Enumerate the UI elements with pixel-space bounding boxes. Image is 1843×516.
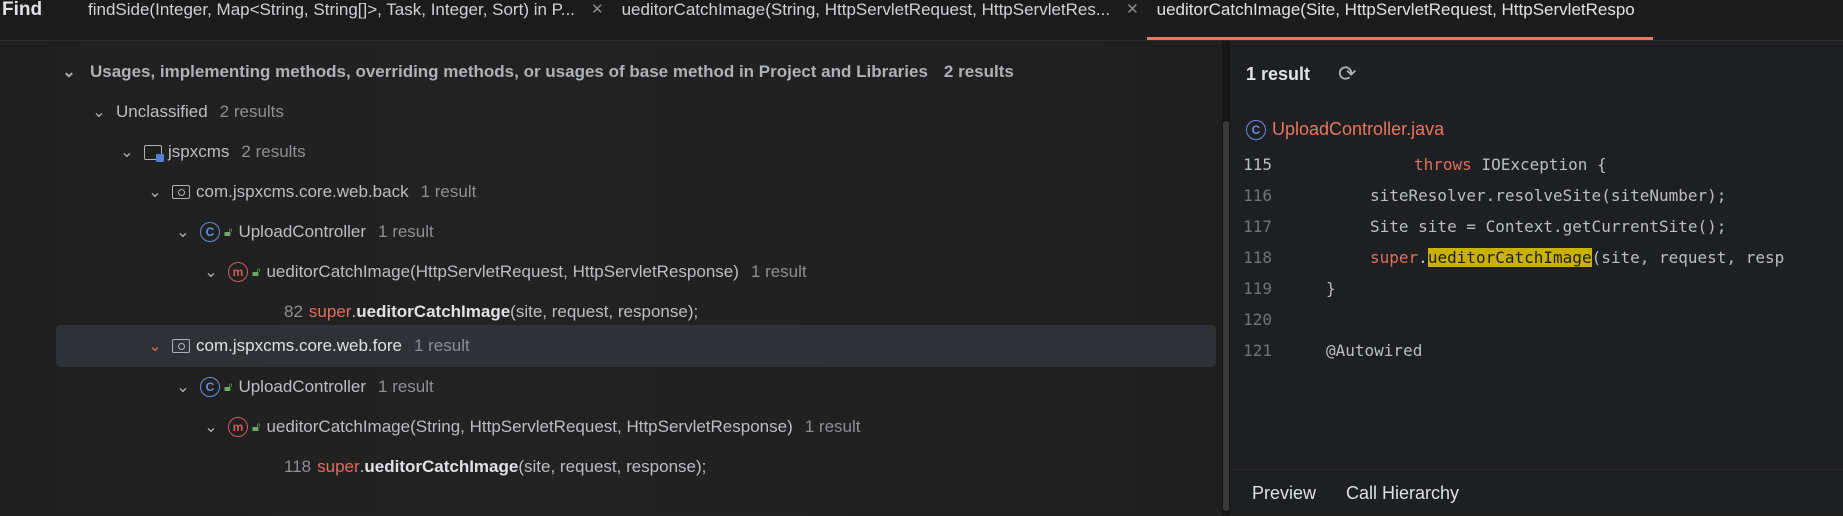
node-label: com.jspxcms.core.web.back <box>196 182 409 201</box>
usage-args: (site, request, response); <box>518 457 707 476</box>
line-number: 117 <box>1243 216 1272 236</box>
tree-node-package-back[interactable]: ⌄ com.jspxcms.core.web.back 1 result <box>144 172 476 212</box>
usage-method: ueditorCatchImage <box>356 302 511 321</box>
code-keyword: throws <box>1414 154 1472 174</box>
code-line: 121 @Autowired <box>1232 332 1422 368</box>
chevron-down-icon[interactable]: ⌄ <box>88 102 110 122</box>
preview-file[interactable]: C UploadController.java <box>1246 119 1444 140</box>
method-icon: m <box>228 262 248 282</box>
node-count: 1 result <box>750 262 807 281</box>
header-count: 2 results <box>943 62 1014 81</box>
public-access-icon: 🔓︎ <box>224 224 233 239</box>
node-label: ueditorCatchImage(String, HttpServletReq… <box>266 417 793 436</box>
refresh-icon[interactable]: ⟳ <box>1338 61 1356 87</box>
node-label: jspxcms <box>168 142 230 161</box>
code-text: } <box>1326 278 1336 298</box>
node-count: 1 result <box>378 377 434 396</box>
node-count: 1 result <box>804 417 861 436</box>
tree-node-class-back[interactable]: ⌄ C 🔓︎ UploadController 1 result <box>172 212 434 252</box>
code-rest: IOException { <box>1471 154 1607 174</box>
class-icon: C <box>1246 119 1266 140</box>
chevron-down-icon[interactable]: ⌄ <box>172 377 194 397</box>
package-icon <box>172 185 190 199</box>
node-count: 2 results <box>241 142 306 161</box>
usage-row-fore[interactable]: 118 super. ueditorCatchImage (site, reques… <box>284 447 706 487</box>
chevron-down-icon[interactable]: ⌄ <box>116 142 138 162</box>
scrollbar-thumb[interactable] <box>1223 121 1229 511</box>
line-number: 121 <box>1243 340 1272 360</box>
line-number: 116 <box>1243 185 1272 205</box>
find-toolwindow-header: Find findSide(Integer, Map<String, Strin… <box>0 0 1843 41</box>
close-icon[interactable]: ✕ <box>1126 0 1139 20</box>
code-text: super.ueditorCatchImage(site, request, r… <box>1370 247 1785 267</box>
usage-args: (site, request, response); <box>510 302 699 321</box>
code-text: siteResolver.resolveSite(siteNumber); <box>1370 185 1727 205</box>
public-access-icon: 🔓︎ <box>252 264 261 279</box>
tab-label: ueditorCatchImage(String, HttpServletReq… <box>621 0 1111 19</box>
class-icon: C <box>200 222 220 242</box>
package-icon <box>172 339 190 353</box>
result-count: 1 result <box>1246 63 1311 84</box>
tree-node-method-back[interactable]: ⌄ m 🔓︎ ueditorCatchImage(HttpServletRequ… <box>200 252 807 292</box>
panel-splitter[interactable] <box>1222 41 1230 515</box>
usage-line-number: 82 <box>284 302 303 321</box>
usage-keyword: super <box>317 457 360 476</box>
class-icon: C <box>200 377 220 397</box>
usages-tree: ⌄ Usages, implementing methods, overridi… <box>48 41 1218 515</box>
chevron-down-icon[interactable]: ⌄ <box>200 262 222 282</box>
usage-method: ueditorCatchImage <box>364 457 519 476</box>
code-keyword: super <box>1370 247 1419 267</box>
tree-header[interactable]: ⌄ Usages, implementing methods, overridi… <box>58 52 1014 92</box>
tree-node-method-fore[interactable]: ⌄ m 🔓︎ ueditorCatchImage(String, HttpSer… <box>200 407 861 447</box>
code-rest: (site, request, resp <box>1591 247 1785 267</box>
tree-node-module[interactable]: ⌄ jspxcms 2 results <box>116 132 306 172</box>
preview-header: 1 result ⟳ <box>1246 61 1356 87</box>
tab-label: findSide(Integer, Map<String, String[]>,… <box>88 0 575 19</box>
chevron-down-icon[interactable]: ⌄ <box>144 336 166 356</box>
header-label: Usages, implementing methods, overriding… <box>90 62 928 81</box>
node-label: ueditorCatchImage(HttpServletRequest, Ht… <box>266 262 739 281</box>
code-text: throws IOException { <box>1414 155 1607 174</box>
usage-keyword: super <box>308 302 352 321</box>
module-icon <box>144 144 164 162</box>
node-label: UploadController <box>238 377 367 396</box>
method-icon: m <box>228 417 248 437</box>
node-count: 2 results <box>219 102 284 121</box>
node-count: 1 result <box>420 182 477 201</box>
preview-tabs: Preview Call Hierarchy <box>1232 469 1843 516</box>
close-icon[interactable]: ✕ <box>591 0 604 20</box>
code-text: Site site = Context.getCurrentSite(); <box>1370 216 1727 236</box>
tab-ueditor-string[interactable]: ueditorCatchImage(String, HttpServletReq… <box>622 0 1157 40</box>
tree-node-unclassified[interactable]: ⌄ Unclassified 2 results <box>88 92 284 132</box>
chevron-down-icon[interactable]: ⌄ <box>172 222 194 242</box>
chevron-down-icon[interactable]: ⌄ <box>200 417 222 437</box>
tab-ueditor-site[interactable]: ueditorCatchImage(Site, HttpServletReque… <box>1146 0 1653 40</box>
tab-call-hierarchy[interactable]: Call Hierarchy <box>1346 483 1459 504</box>
chevron-down-icon[interactable]: ⌄ <box>144 182 166 202</box>
tree-node-class-fore[interactable]: ⌄ C 🔓︎ UploadController 1 result <box>172 367 434 407</box>
tab-preview[interactable]: Preview <box>1252 483 1316 504</box>
public-access-icon: 🔓︎ <box>252 419 261 434</box>
line-number: 118 <box>1243 247 1272 267</box>
find-title: Find <box>2 0 43 20</box>
usage-line-number: 118 <box>284 457 312 476</box>
node-count: 1 result <box>413 336 470 355</box>
search-highlight: ueditorCatchImage <box>1427 247 1592 267</box>
line-number: 120 <box>1243 309 1272 329</box>
code-dot: . <box>1418 247 1428 267</box>
node-label: UploadController <box>238 222 367 241</box>
file-name: UploadController.java <box>1272 119 1445 139</box>
node-label: Unclassified <box>116 102 208 121</box>
public-access-icon: 🔓︎ <box>224 379 233 394</box>
line-number: 115 <box>1243 154 1272 174</box>
tab-label: ueditorCatchImage(Site, HttpServletReque… <box>1156 0 1635 19</box>
line-number: 119 <box>1243 278 1272 298</box>
tree-node-package-fore[interactable]: ⌄ com.jspxcms.core.web.fore 1 result <box>56 325 1216 367</box>
node-count: 1 result <box>378 222 434 241</box>
chevron-down-icon[interactable]: ⌄ <box>58 62 80 82</box>
tab-findside[interactable]: findSide(Integer, Map<String, String[]>,… <box>88 0 622 40</box>
node-label: com.jspxcms.core.web.fore <box>196 336 402 355</box>
code-text: @Autowired <box>1326 340 1423 360</box>
preview-panel: 1 result ⟳ C UploadController.java 115 t… <box>1232 41 1843 515</box>
